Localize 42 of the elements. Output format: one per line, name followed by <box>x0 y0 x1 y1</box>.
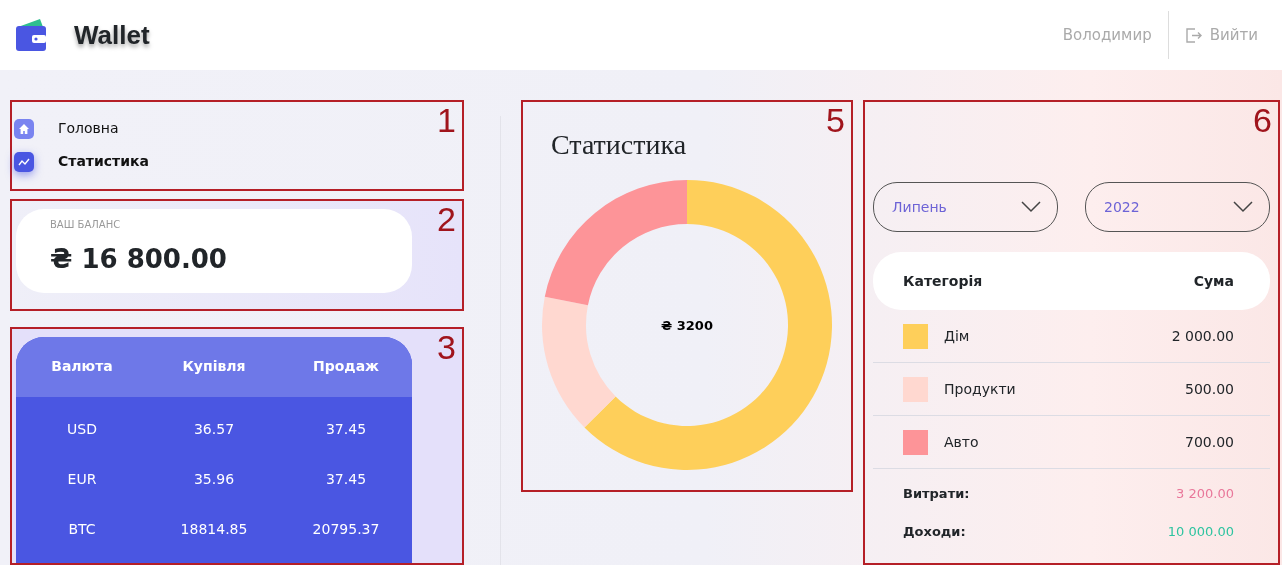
table-cell-text: 18814.85 <box>179 520 249 540</box>
table-cell-text: Продукти <box>944 379 1017 399</box>
table-cell-text: Дім <box>944 326 971 346</box>
total-label: Доходи: <box>903 523 966 542</box>
balance-label: ВАШ БАЛАНС <box>50 218 122 233</box>
user-name: Володимир <box>1062 24 1152 46</box>
chevron-icon <box>1233 201 1253 213</box>
table-cell-text: Авто <box>944 432 980 452</box>
table-cell-text: EUR <box>66 470 98 490</box>
dropdown[interactable]: 2022 <box>1085 182 1270 232</box>
dropdown[interactable]: Липень <box>873 182 1058 232</box>
total-value: 10 000.00 <box>1167 523 1234 542</box>
table-cell-text: 35.96 <box>192 470 236 490</box>
table-cell-text: 36.57 <box>192 420 236 440</box>
annotation-number: 5 <box>826 102 845 140</box>
column-header: Валюта <box>50 357 114 377</box>
table-cell-text: 37.45 <box>324 470 368 490</box>
column-header: Купівля <box>181 357 247 377</box>
table-cell-text: 700.00 <box>1185 432 1234 452</box>
column-header: Продаж <box>311 357 380 377</box>
chart-total: ₴ 3200 <box>661 318 713 333</box>
table-cell-text: 2 000.00 <box>1171 326 1234 346</box>
logout-icon <box>1184 26 1202 44</box>
table-cell-text: 37.45 <box>324 420 368 440</box>
nav-item[interactable]: Статистика <box>14 145 149 178</box>
nav-item[interactable]: Головна <box>14 112 119 145</box>
annotation-number: 1 <box>437 102 456 140</box>
annotation-number: 6 <box>1253 102 1272 140</box>
annotation-number: 2 <box>437 201 456 239</box>
balance-amount: ₴ 16 800.00 <box>50 243 228 277</box>
total-value: 3 200.00 <box>1176 485 1234 504</box>
annotation-number: 3 <box>437 328 456 367</box>
total-label: Витрати: <box>903 485 970 504</box>
column-header: Сума <box>1193 271 1234 291</box>
table-cell-text: USD <box>66 420 98 440</box>
chevron-icon <box>1021 201 1041 213</box>
column-header: Категорія <box>903 271 983 291</box>
table-cell-text: 500.00 <box>1185 379 1234 399</box>
table-cell-text: BTC <box>67 520 97 540</box>
table-cell-text: 20795.37 <box>311 520 381 540</box>
app-logo[interactable]: Wallet <box>74 15 150 55</box>
chart-title: Статистика <box>551 128 688 162</box>
